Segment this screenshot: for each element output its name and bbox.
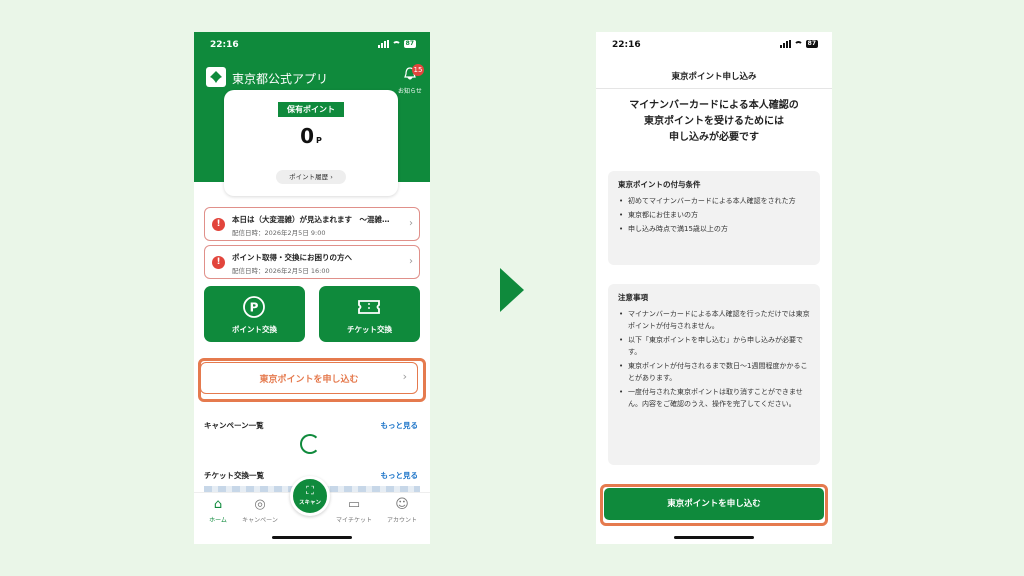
battery-icon: 87 — [805, 40, 818, 48]
points-history-button[interactable]: ポイント履歴 › — [276, 170, 346, 184]
home-screen: 22:16 87 東京都公式アプリ 15 お知らせ 保有ポイント 0P ポイント… — [194, 32, 430, 544]
notice-date: 配信日時：2026年2月5日 9:00 — [232, 229, 326, 237]
scan-icon: ⛶ — [306, 484, 314, 497]
signal-icon — [377, 40, 389, 48]
ticket-exchange-button[interactable]: チケット交換 — [319, 286, 420, 342]
page-title: 東京ポイント申し込み — [671, 72, 757, 82]
apply-screen: 22:16 87 東京ポイント申し込み マイナンバーカードによる本人確認の 東京… — [596, 32, 832, 544]
svg-text:P: P — [250, 301, 259, 315]
ticket-section-title: チケット交換一覧 — [204, 471, 264, 480]
wifi-icon — [793, 40, 803, 48]
points-value: 0P — [300, 124, 322, 148]
notice-date: 配信日時：2026年2月5日 16:00 — [232, 267, 330, 275]
alert-icon: ! — [212, 218, 225, 231]
status-bar: 22:16 87 — [596, 32, 832, 58]
notification-count-badge: 15 — [412, 64, 424, 76]
headline: マイナンバーカードによる本人確認の 東京ポイントを受けるためには 申し込みが必要… — [629, 100, 799, 143]
notice-item[interactable]: ! ポイント取得・交換にお困りの方へ 配信日時：2026年2月5日 16:00 … — [204, 245, 420, 279]
chevron-right-icon: › — [409, 256, 413, 267]
home-indicator — [674, 536, 754, 539]
loading-spinner-icon — [300, 434, 320, 454]
notes-heading: 注意事項 — [618, 293, 648, 302]
divider — [596, 88, 832, 89]
tokyo-logo-icon — [206, 67, 226, 87]
ticket-icon — [358, 300, 380, 314]
home-indicator — [272, 536, 352, 539]
note-item: 東京ポイントが付与されるまで数日〜1週間程度かかることがあります。 — [618, 360, 810, 384]
points-p-icon: P — [243, 296, 265, 318]
chevron-right-icon: › — [402, 370, 407, 383]
points-exchange-label: ポイント交換 — [232, 325, 277, 334]
campaign-more-link[interactable]: もっと見る — [381, 420, 419, 431]
points-unit: P — [316, 136, 322, 145]
ticket-exchange-label: チケット交換 — [347, 325, 392, 334]
note-item: マイナンバーカードによる本人確認を行っただけでは東京ポイントが付与されません。 — [618, 308, 810, 332]
tab-account[interactable]: ☺ アカウント — [382, 497, 422, 524]
condition-item: 東京都にお住まいの方 — [618, 209, 810, 221]
tab-campaign[interactable]: ◎ キャンペーン — [240, 497, 280, 524]
apply-button-label: 東京ポイントを申し込む — [259, 375, 359, 385]
note-item: 以下「東京ポイントを申し込む」から申し込みが必要です。 — [618, 334, 810, 358]
apply-tokyo-points-button[interactable]: 東京ポイントを申し込む › — [200, 362, 418, 394]
campaign-section-title: キャンペーン一覧 — [204, 421, 264, 430]
tab-my-ticket[interactable]: ▭ マイチケット — [334, 497, 374, 524]
ticket-more-link[interactable]: もっと見る — [381, 470, 419, 481]
notifications-button[interactable]: 15 お知らせ — [398, 64, 424, 95]
notice-title: ポイント取得・交換にお困りの方へ — [232, 253, 352, 262]
scan-button[interactable]: ⛶ スキャン — [290, 476, 330, 516]
conditions-heading: 東京ポイントの付与条件 — [618, 180, 701, 189]
note-item: 一度付与された東京ポイントは取り消すことができません。内容をご確認のうえ、操作を… — [618, 386, 810, 410]
alert-icon: ! — [212, 256, 225, 269]
points-tag: 保有ポイント — [278, 102, 344, 117]
account-icon: ☺ — [395, 497, 409, 512]
battery-icon: 87 — [403, 40, 416, 48]
signal-icon — [779, 40, 791, 48]
notice-title: 本日は（大変混雑）が見込まれます 〜混雑… — [232, 215, 390, 224]
condition-item: 初めてマイナンバーカードによる本人確認をされた方 — [618, 195, 810, 207]
notes-box: 注意事項 マイナンバーカードによる本人確認を行っただけでは東京ポイントが付与され… — [608, 284, 820, 465]
wifi-icon — [391, 40, 401, 48]
condition-item: 申し込み時点で満15歳以上の方 — [618, 223, 810, 235]
arrow-right-icon — [500, 268, 524, 312]
tab-home[interactable]: ⌂ ホーム — [198, 497, 238, 524]
app-title: 東京都公式アプリ — [232, 72, 329, 86]
points-exchange-button[interactable]: P ポイント交換 — [204, 286, 305, 342]
points-card: 保有ポイント 0P ポイント履歴 › — [224, 90, 398, 196]
status-time: 22:16 — [210, 40, 239, 50]
chevron-right-icon: › — [409, 218, 413, 229]
notifications-label: お知らせ — [398, 88, 422, 95]
apply-tokyo-points-button[interactable]: 東京ポイントを申し込む — [604, 488, 824, 520]
location-pin-icon: ◎ — [254, 497, 266, 512]
ticket-icon: ▭ — [347, 497, 361, 512]
conditions-box: 東京ポイントの付与条件 初めてマイナンバーカードによる本人確認をされた方 東京都… — [608, 171, 820, 265]
notice-item[interactable]: ! 本日は（大変混雑）が見込まれます 〜混雑… 配信日時：2026年2月5日 9… — [204, 207, 420, 241]
status-bar: 22:16 87 — [194, 32, 430, 58]
home-icon: ⌂ — [213, 497, 223, 512]
status-time: 22:16 — [612, 40, 641, 50]
